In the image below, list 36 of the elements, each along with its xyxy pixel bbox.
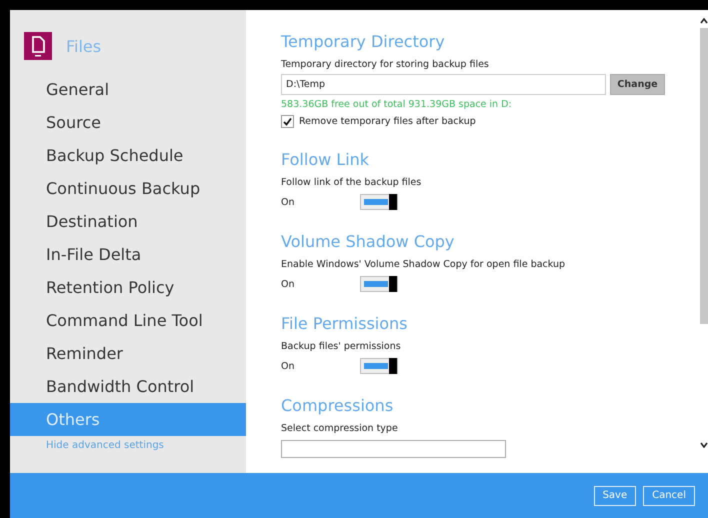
field-label: Follow link of the backup files (281, 177, 422, 188)
sidebar-item[interactable]: General (10, 73, 246, 106)
file-icon (24, 32, 52, 60)
scroll-down-icon[interactable] (700, 442, 708, 448)
toggle-state: On (281, 196, 296, 208)
sidebar-item[interactable]: Continuous Backup (10, 172, 246, 205)
scroll-up-icon[interactable] (700, 18, 708, 24)
free-space-text: 583.36GB free out of total 931.39GB space in D: (281, 99, 513, 110)
section-heading: Follow Link (281, 150, 370, 169)
sidebar-item[interactable]: Destination (10, 205, 246, 238)
sidebar-item[interactable]: Backup Schedule (10, 139, 246, 172)
toggle-switch[interactable] (360, 276, 398, 292)
toggle-state: On (281, 278, 296, 290)
directory-field[interactable]: D:\Temp (281, 74, 606, 95)
section-heading: Volume Shadow Copy (281, 232, 456, 251)
field-label: Backup files' permissions (281, 341, 402, 352)
sidebar-item[interactable]: Bandwidth Control (10, 370, 246, 403)
sidebar-title: Files (66, 36, 102, 56)
sidebar-item[interactable]: Reminder (10, 337, 246, 370)
toggle-switch[interactable] (360, 194, 398, 210)
field-label: Temporary directory for storing backup files (281, 59, 490, 70)
scrollbar-thumb[interactable] (700, 28, 708, 324)
toggle-state: On (281, 360, 296, 372)
section-heading: Temporary Directory (281, 32, 446, 51)
field-label: Enable Windows' Volume Shadow Copy for open file backup (281, 259, 566, 270)
sidebar-item[interactable]: Source (10, 106, 246, 139)
sidebar-item[interactable]: In-File Delta (10, 238, 246, 271)
section-heading: File Permissions (281, 314, 408, 333)
sidebar-item[interactable]: Command Line Tool (10, 304, 246, 337)
checkbox[interactable] (281, 115, 294, 128)
sidebar-item[interactable]: Retention Policy (10, 271, 246, 304)
checkbox-label: Remove temporary files after backup (299, 116, 476, 127)
toggle-switch[interactable] (360, 358, 398, 374)
section-heading: Compressions (281, 396, 394, 415)
field-label: Select compression type (281, 423, 399, 434)
change-button[interactable]: Change (610, 74, 665, 95)
